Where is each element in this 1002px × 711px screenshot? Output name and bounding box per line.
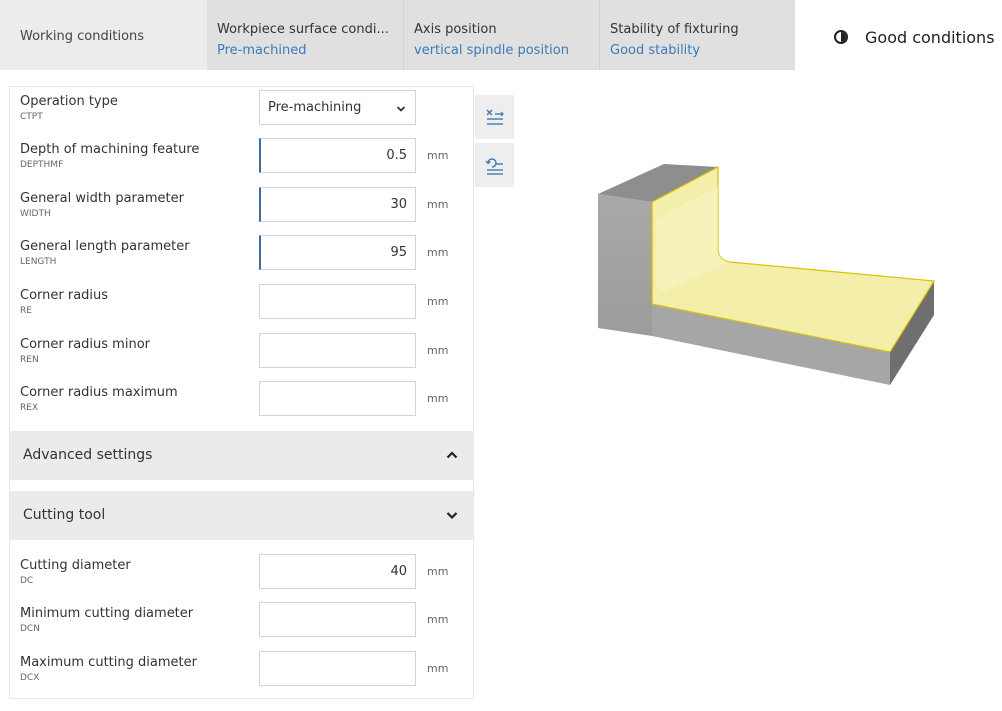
conditions-summary-text: Good conditions bbox=[865, 28, 995, 47]
field-label: Corner radius maximum bbox=[20, 385, 178, 400]
field-code: DC bbox=[20, 576, 34, 586]
field-label: Corner radius minor bbox=[20, 337, 150, 352]
corner-radius-maximum-input[interactable] bbox=[259, 381, 416, 416]
tab-workpiece-surface[interactable]: Workpiece surface condi... Pre-machined bbox=[207, 0, 403, 70]
tab-axis-label: Axis position bbox=[414, 22, 497, 37]
minimum-cutting-diameter-input[interactable] bbox=[259, 602, 416, 637]
field-code: WIDTH bbox=[20, 209, 51, 219]
unit-label: mm bbox=[427, 344, 449, 357]
length-row: General length parameter LENGTH mm bbox=[10, 235, 473, 275]
tab-stability-label: Stability of fixturing bbox=[610, 22, 739, 37]
unit-label: mm bbox=[427, 246, 449, 259]
half-circle-icon bbox=[834, 30, 848, 44]
cutting-diameter-input[interactable] bbox=[259, 554, 416, 589]
reset-values-button[interactable] bbox=[475, 143, 514, 187]
tab-axis-position[interactable]: Axis position vertical spindle position bbox=[403, 0, 599, 70]
section-title: Cutting tool bbox=[23, 507, 106, 523]
field-label: Maximum cutting diameter bbox=[20, 655, 197, 670]
operation-type-value: Pre-machining bbox=[268, 100, 362, 115]
section-title: Advanced settings bbox=[23, 447, 153, 463]
field-code: CTPT bbox=[20, 112, 43, 122]
parameters-panel: Operation type CTPT Pre-machining Depth … bbox=[9, 86, 474, 699]
width-row: General width parameter WIDTH mm bbox=[10, 187, 473, 227]
depth-row: Depth of machining feature DEPTHMF mm bbox=[10, 138, 473, 178]
unit-label: mm bbox=[427, 295, 449, 308]
field-label: General length parameter bbox=[20, 239, 190, 254]
field-code: DCN bbox=[20, 624, 40, 634]
length-input[interactable] bbox=[259, 235, 416, 270]
wall-left-face bbox=[598, 194, 652, 336]
tab-workpiece-value: Pre-machined bbox=[217, 43, 307, 58]
unit-label: mm bbox=[427, 392, 449, 405]
field-code: REN bbox=[20, 355, 39, 365]
field-code: DEPTHMF bbox=[20, 160, 64, 170]
unit-label: mm bbox=[427, 613, 449, 626]
operation-type-select[interactable]: Pre-machining bbox=[259, 90, 416, 125]
field-label: Minimum cutting diameter bbox=[20, 606, 194, 621]
tab-stability-value: Good stability bbox=[610, 43, 701, 58]
tab-working-conditions[interactable]: Working conditions bbox=[0, 0, 207, 70]
width-input[interactable] bbox=[259, 187, 416, 222]
field-code: REX bbox=[20, 403, 39, 413]
unit-label: mm bbox=[427, 198, 449, 211]
clear-values-icon bbox=[486, 109, 504, 125]
field-label: Cutting diameter bbox=[20, 558, 131, 573]
unit-label: mm bbox=[427, 149, 449, 162]
chevron-down-icon bbox=[446, 512, 458, 520]
unit-label: mm bbox=[427, 662, 449, 675]
tab-working-conditions-label: Working conditions bbox=[20, 29, 145, 44]
top-condition-bar: Working conditions Workpiece surface con… bbox=[0, 0, 1002, 70]
field-code: LENGTH bbox=[20, 257, 57, 267]
reset-values-icon bbox=[485, 158, 503, 175]
field-label: Corner radius bbox=[20, 288, 109, 303]
advanced-settings-header[interactable]: Advanced settings bbox=[10, 431, 473, 480]
field-label: General width parameter bbox=[20, 191, 184, 206]
unit-label: mm bbox=[427, 565, 449, 578]
field-label: Depth of machining feature bbox=[20, 142, 200, 157]
operation-type-row: Operation type CTPT Pre-machining bbox=[10, 90, 473, 130]
maximum-cutting-diameter-row: Maximum cutting diameter DCX mm bbox=[10, 651, 473, 691]
corner-radius-maximum-row: Corner radius maximum REX mm bbox=[10, 381, 473, 421]
corner-radius-input[interactable] bbox=[259, 284, 416, 319]
cutting-tool-header[interactable]: Cutting tool bbox=[10, 491, 473, 540]
conditions-summary[interactable]: Good conditions bbox=[795, 0, 1002, 70]
tab-workpiece-label: Workpiece surface condi... bbox=[217, 22, 389, 37]
corner-radius-row: Corner radius RE mm bbox=[10, 284, 473, 324]
tab-stability-fixturing[interactable]: Stability of fixturing Good stability bbox=[599, 0, 795, 70]
field-code: DCX bbox=[20, 673, 40, 683]
chevron-up-icon bbox=[446, 451, 458, 459]
clear-values-button[interactable] bbox=[475, 95, 514, 139]
corner-radius-minor-row: Corner radius minor REN mm bbox=[10, 333, 473, 373]
workpiece-3d-preview bbox=[598, 164, 936, 385]
tab-axis-value: vertical spindle position bbox=[414, 43, 569, 58]
minimum-cutting-diameter-row: Minimum cutting diameter DCN mm bbox=[10, 602, 473, 642]
depth-input[interactable] bbox=[259, 138, 416, 173]
field-label: Operation type bbox=[20, 94, 118, 109]
field-code: RE bbox=[20, 306, 32, 316]
chevron-down-icon bbox=[396, 106, 406, 112]
cutting-diameter-row: Cutting diameter DC mm bbox=[10, 554, 473, 594]
corner-radius-minor-input[interactable] bbox=[259, 333, 416, 368]
maximum-cutting-diameter-input[interactable] bbox=[259, 651, 416, 686]
